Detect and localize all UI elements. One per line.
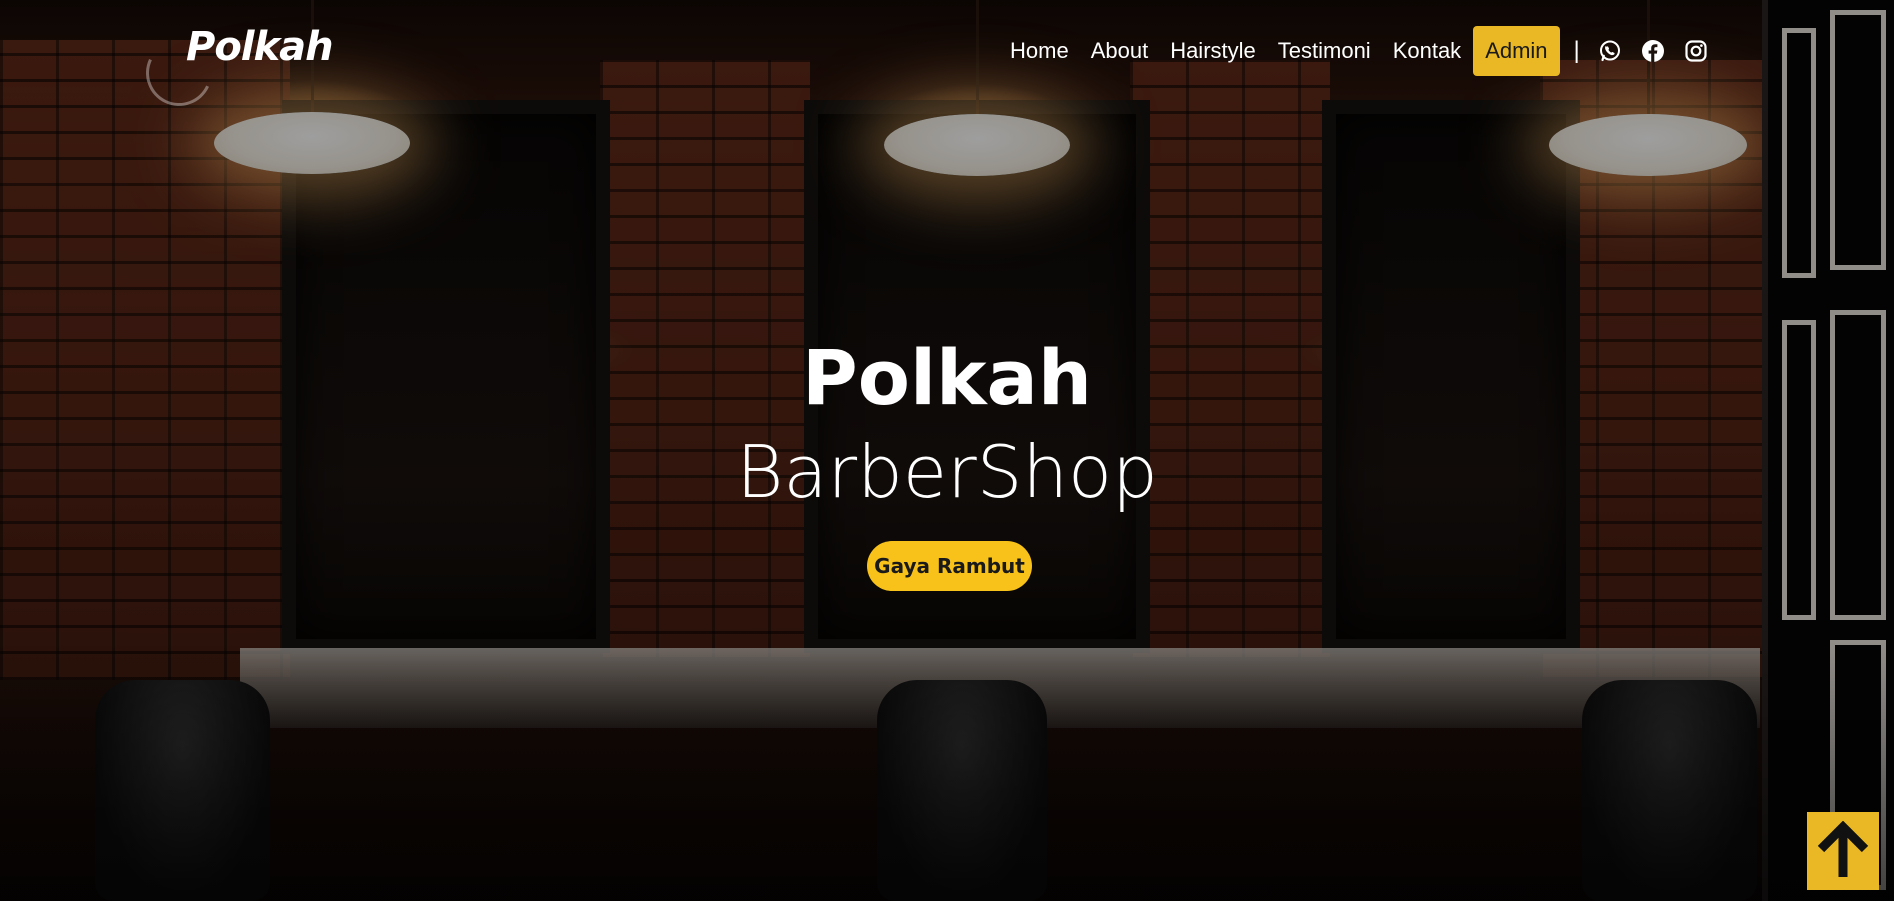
nav-kontak[interactable]: Kontak xyxy=(1393,38,1462,64)
whatsapp-icon[interactable] xyxy=(1597,38,1623,64)
back-to-top-button[interactable] xyxy=(1807,812,1879,890)
bottom-fade xyxy=(0,641,1894,901)
hero-title: Polkah xyxy=(802,333,1092,422)
gaya-rambut-button[interactable]: Gaya Rambut xyxy=(867,541,1032,591)
nav-about[interactable]: About xyxy=(1091,38,1149,64)
facebook-icon[interactable] xyxy=(1640,38,1666,64)
hero-subtitle: BarberShop xyxy=(736,430,1158,514)
nav-separator: | xyxy=(1573,36,1580,64)
admin-button[interactable]: Admin xyxy=(1473,25,1560,76)
nav-home[interactable]: Home xyxy=(1010,38,1069,64)
instagram-icon[interactable] xyxy=(1683,38,1709,64)
nav-hairstyle[interactable]: Hairstyle xyxy=(1170,38,1256,64)
arrow-up-icon xyxy=(1817,821,1869,877)
hero-section: Polkah Home About Hairstyle Testimoni Ko… xyxy=(0,0,1894,901)
navbar: Polkah Home About Hairstyle Testimoni Ko… xyxy=(0,0,1894,116)
nav-testimoni[interactable]: Testimoni xyxy=(1278,38,1371,64)
nav-menu: Home About Hairstyle Testimoni Kontak Ad… xyxy=(1000,23,1894,78)
brand-logo[interactable]: Polkah xyxy=(186,24,334,70)
